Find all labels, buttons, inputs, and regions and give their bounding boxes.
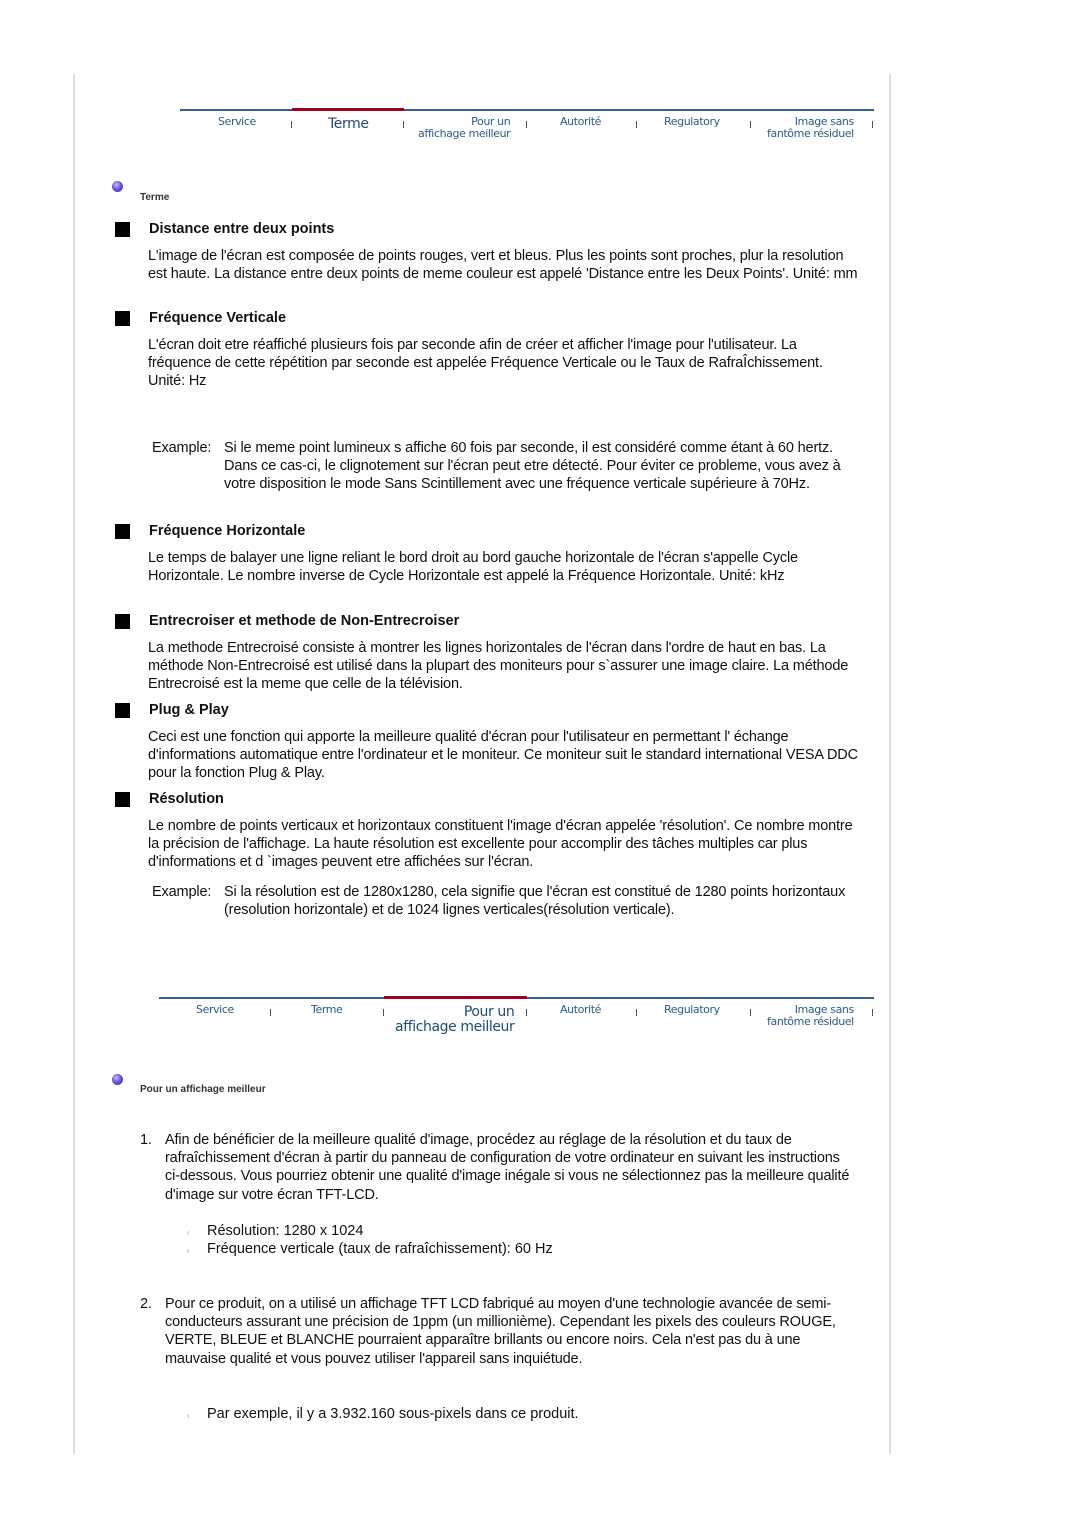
list-item: 2. Pour ce produit, on a utilisé un affi… — [140, 1295, 850, 1368]
bottom-nav-bar: Service Terme Pour un affichage meilleur … — [159, 983, 874, 1035]
page-frame-left — [73, 74, 75, 1454]
section-bullet-icon — [112, 181, 123, 192]
term-description: La methode Entrecroisé consiste à montre… — [148, 640, 849, 693]
square-bullet-icon — [115, 792, 130, 807]
square-bullet-icon — [115, 222, 130, 237]
nav-separator — [526, 121, 527, 128]
sub-list-item: ‹ Par exemple, il y a 3.932.160 sous-pixe… — [187, 1405, 579, 1425]
nav-item-image-sans-fantome[interactable]: Image sans fantôme résiduel — [767, 116, 854, 140]
page-frame-right — [889, 74, 891, 1454]
list-bullet-icon: ‹ — [187, 1246, 190, 1255]
nav-separator — [872, 121, 873, 128]
example-label: Example: — [152, 440, 212, 456]
sub-item-text: Par exemple, il y a 3.932.160 sous-pixel… — [207, 1406, 579, 1422]
term-title: Distance entre deux points — [149, 221, 335, 237]
list-item: 1. Afin de bénéficier de la meilleure qu… — [140, 1131, 850, 1204]
nav-item-autorite[interactable]: Autorité — [560, 116, 601, 128]
square-bullet-icon — [115, 311, 130, 326]
list-number: 1. — [140, 1132, 152, 1148]
nav-active-indicator — [384, 996, 527, 999]
term-description: Ceci est une fonction qui apporte la mei… — [148, 729, 858, 782]
nav-item-image-sans-fantome[interactable]: Image sans fantôme résiduel — [767, 1004, 854, 1028]
term-description: Le nombre de points verticaux et horizon… — [148, 818, 853, 871]
nav-separator — [636, 121, 637, 128]
nav-separator — [403, 121, 404, 128]
nav-item-pour-un-affichage-meilleur[interactable]: Pour un affichage meilleur — [395, 1005, 515, 1035]
sub-item-text: Fréquence verticale (taux de rafraîchiss… — [207, 1241, 553, 1257]
nav-item-terme[interactable]: Terme — [328, 117, 369, 131]
nav-item-service[interactable]: Service — [196, 1004, 234, 1016]
term-title: Plug & Play — [149, 702, 229, 718]
nav-item-regulatory[interactable]: Regulatory — [664, 116, 720, 128]
nav-item-terme[interactable]: Terme — [311, 1004, 343, 1016]
list-bullet-icon: ‹ — [187, 1411, 190, 1420]
sub-item-text: Résolution: 1280 x 1024 — [207, 1223, 364, 1239]
example-text: Si la résolution est de 1280x1280, cela … — [224, 884, 846, 919]
list-text: Pour ce produit, on a utilisé un afficha… — [165, 1296, 836, 1367]
section-label-terme: Terme — [140, 192, 170, 203]
term-example: Example: Si la résolution est de 1280x12… — [152, 883, 852, 919]
nav-separator — [526, 1009, 527, 1016]
nav-item-pour-un-affichage-meilleur[interactable]: Pour un affichage meilleur — [418, 116, 511, 140]
nav-line — [180, 109, 874, 111]
sub-list-item: ‹ Fréquence verticale (taux de rafraîchis… — [187, 1240, 553, 1260]
nav-separator — [270, 1009, 271, 1016]
term-description: L'écran doit etre réaffiché plusieurs fo… — [148, 337, 823, 390]
nav-separator — [636, 1009, 637, 1016]
nav-separator — [383, 1009, 384, 1016]
nav-separator — [750, 1009, 751, 1016]
list-number: 2. — [140, 1296, 152, 1312]
example-label: Example: — [152, 884, 212, 900]
nav-separator — [872, 1009, 873, 1016]
example-text: Si le meme point lumineux s affiche 60 f… — [224, 440, 841, 493]
square-bullet-icon — [115, 614, 130, 629]
nav-separator — [750, 121, 751, 128]
top-nav-bar: Service Terme Pour un affichage meilleur … — [180, 95, 874, 140]
term-description: L'image de l'écran est composée de point… — [148, 248, 858, 283]
section-bullet-icon — [112, 1074, 123, 1085]
square-bullet-icon — [115, 703, 130, 718]
term-title: Résolution — [149, 791, 224, 807]
term-description: Le temps de balayer une ligne reliant le… — [148, 550, 798, 585]
list-text: Afin de bénéficier de la meilleure quali… — [165, 1132, 850, 1203]
square-bullet-icon — [115, 524, 130, 539]
nav-item-service[interactable]: Service — [218, 116, 256, 128]
nav-item-regulatory[interactable]: Regulatory — [664, 1004, 720, 1016]
term-example: Example: Si le meme point lumineux s aff… — [152, 439, 852, 494]
nav-item-autorite[interactable]: Autorité — [560, 1004, 601, 1016]
nav-separator — [291, 121, 292, 128]
term-title: Fréquence Verticale — [149, 310, 287, 326]
nav-active-indicator — [292, 108, 404, 111]
term-title: Entrecroiser et methode de Non-Entrecroi… — [149, 613, 460, 629]
section-label-pour-un-affichage-meilleur: Pour un affichage meilleur — [140, 1084, 266, 1095]
term-title: Fréquence Horizontale — [149, 523, 306, 539]
